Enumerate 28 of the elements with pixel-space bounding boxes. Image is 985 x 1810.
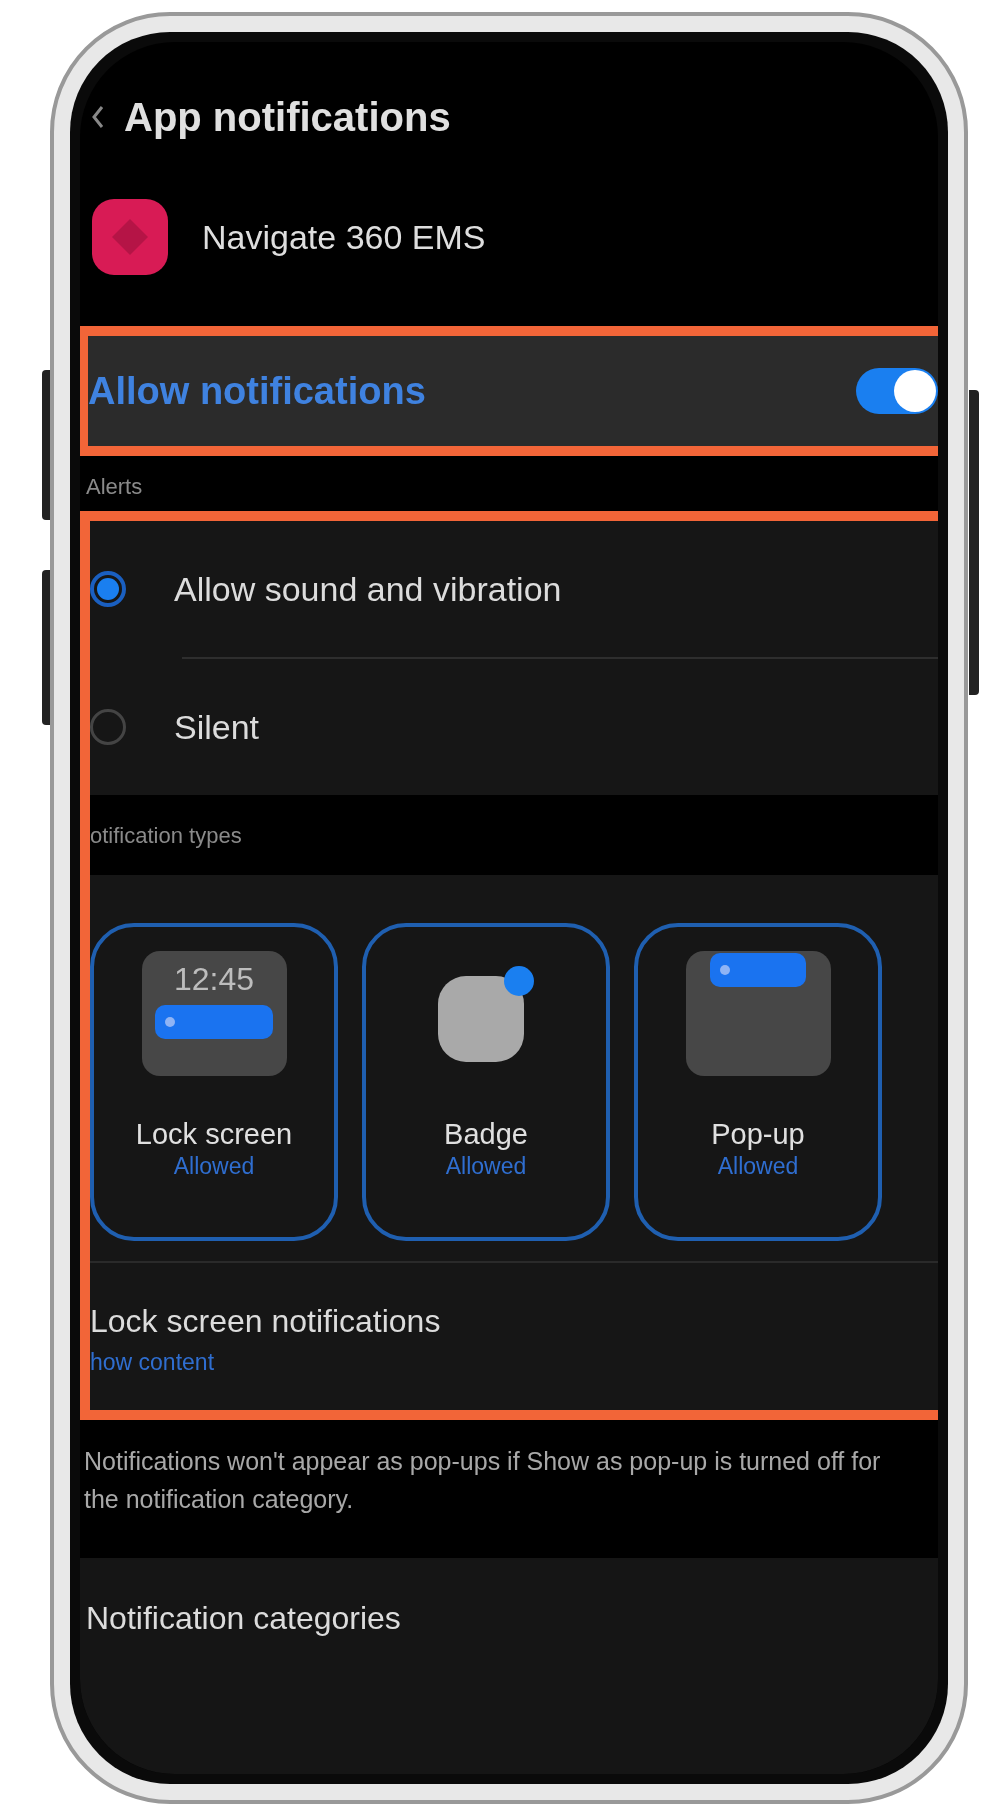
type-label: Badge (444, 1117, 528, 1152)
info-note: Notifications won't appear as pop-ups if Show as pop-up is turned off for the notification category. (83, 1445, 882, 1515)
notification-type-card[interactable]: 12:45 Lock screen Allowed (90, 923, 338, 1241)
radio-button[interactable] (90, 571, 126, 607)
lock-screen-notifications-value: how content (90, 1348, 216, 1377)
notification-categories-item[interactable]: Notification categories (86, 1599, 401, 1636)
toggle-switch[interactable] (856, 368, 938, 414)
preview-time: 12:45 (173, 963, 255, 995)
allow-notifications-label: Allow notifications (88, 368, 426, 414)
page-title: App notifications (124, 94, 451, 141)
app-icon (92, 199, 168, 275)
section-heading: otification types (90, 821, 242, 850)
app-badge-icon (438, 965, 534, 1062)
notification-type-card[interactable]: Badge Allowed (362, 923, 610, 1241)
radio-button[interactable] (90, 709, 126, 745)
type-label: Lock screen (135, 1117, 293, 1152)
notification-type-card[interactable]: Pop-up Allowed (634, 923, 882, 1241)
radio-option[interactable]: Silent (90, 659, 938, 795)
type-status: Allowed (445, 1152, 527, 1181)
notification-bar-icon (155, 1005, 273, 1039)
app-name: Navigate 360 EMS (202, 216, 486, 258)
radio-option[interactable]: Allow sound and vibration (90, 521, 938, 657)
lock-screen-notifications-label: Lock screen notifications (90, 1302, 442, 1341)
type-status: Allowed (717, 1152, 799, 1181)
section-heading: Alerts (85, 473, 144, 501)
type-status: Allowed (173, 1152, 255, 1181)
type-label: Pop-up (711, 1117, 805, 1152)
back-icon[interactable] (90, 103, 106, 131)
